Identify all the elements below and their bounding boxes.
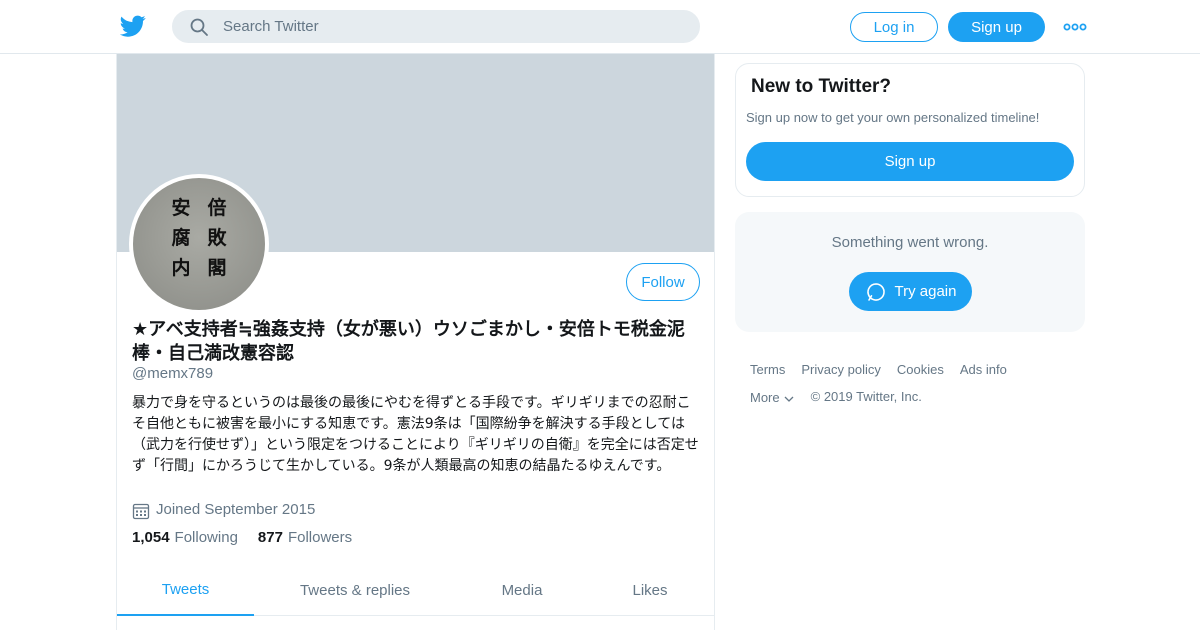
followers-count: 877 [257,529,283,546]
following-label: Following [174,529,238,546]
joined-text: Joined September 2015 [156,500,316,518]
twitter-bird-icon[interactable] [120,13,146,39]
login-button[interactable]: Log in [850,12,938,42]
tab-tweets[interactable]: Tweets [117,564,254,616]
follow-button[interactable]: Follow [626,263,700,301]
profile-stats: 1,054 Following 877 Followers [132,529,352,546]
new-to-twitter-card: New to Twitter? Sign up now to get your … [735,63,1085,197]
top-navigation-bar: Log in Sign up [0,0,1200,54]
new-to-twitter-subtitle: Sign up now to get your own personalized… [746,110,1040,125]
avatar-image: 安 倍 腐 敗 内 閣 [133,178,265,310]
footer-link-ads-info[interactable]: Ads info [960,362,1007,377]
following-count: 1,054 [132,529,170,546]
joined-date: Joined September 2015 [132,498,315,520]
avatar-char: 内 [171,257,191,279]
search-box[interactable] [172,10,700,43]
error-message: Something went wrong. [831,234,989,251]
new-to-twitter-title: New to Twitter? [751,76,892,97]
profile-handle[interactable]: @memx789 [132,365,213,382]
sidebar-signup-button[interactable]: Sign up [746,142,1074,181]
signup-button[interactable]: Sign up [948,12,1045,42]
try-again-button[interactable]: Try again [849,272,972,311]
search-input[interactable] [223,18,663,35]
try-again-label: Try again [894,283,957,300]
profile-bio: 暴力で身を守るというのは最後の最後にやむを得ずとる手段です。ギリギリまでの忍耐こ… [132,395,699,474]
avatar-char: 腐 [171,227,191,249]
footer-copyright: © 2019 Twitter, Inc. [810,389,922,404]
refresh-icon [866,282,885,301]
followers-stat[interactable]: 877 Followers [258,529,352,546]
footer-link-privacy[interactable]: Privacy policy [801,362,880,377]
chevron-down-icon [784,396,794,402]
footer-links: Terms Privacy policy Cookies Ads info Mo… [750,362,1080,417]
more-options-icon[interactable] [1063,17,1087,37]
following-stat[interactable]: 1,054 Following [132,529,238,546]
avatar-char: 閣 [207,257,227,279]
profile-display-name[interactable]: ★アベ支持者≒強姦支持（女が悪い）ウソごまかし・安倍トモ税金泥棒・自己満改憲容認 [132,318,704,366]
avatar-char: 安 [171,197,191,219]
profile-column: 安 倍 腐 敗 内 閣 Follow ★アベ支持者≒強姦支持（女が悪い）ウソごま… [116,54,715,630]
avatar-char: 倍 [207,197,227,219]
avatar-text-grid: 安 倍 腐 敗 内 閣 [163,196,235,280]
tab-media[interactable]: Media [456,564,588,616]
footer-link-cookies[interactable]: Cookies [897,362,944,377]
profile-tabs: Tweets Tweets & replies Media Likes [117,564,714,616]
tab-tweets-and-replies[interactable]: Tweets & replies [254,564,456,616]
calendar-icon [132,503,150,520]
error-card: Something went wrong. Try again [735,212,1085,332]
followers-label: Followers [287,529,353,546]
footer-more-label: More [750,389,780,405]
avatar-char: 敗 [207,227,227,249]
tab-likes[interactable]: Likes [588,564,712,616]
footer-link-terms[interactable]: Terms [750,362,785,377]
footer-more-menu[interactable]: More [750,389,795,405]
search-icon [190,18,208,36]
avatar[interactable]: 安 倍 腐 敗 内 閣 [129,174,269,314]
